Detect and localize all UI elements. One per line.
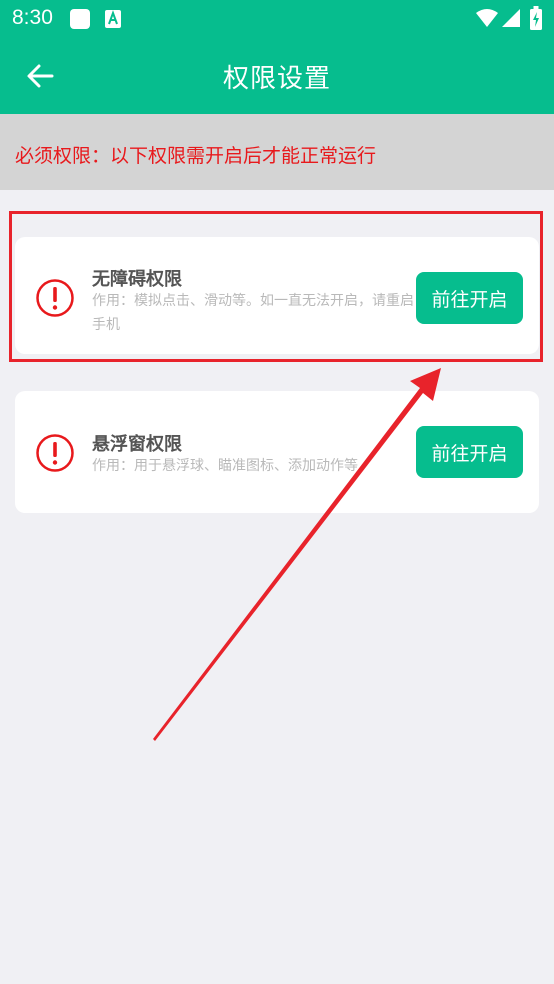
status-bar: 8:30 bbox=[0, 0, 554, 38]
open-floating-window-button[interactable]: 前往开启 bbox=[416, 426, 523, 478]
highlight-box bbox=[9, 211, 543, 362]
a-notification-icon bbox=[105, 10, 121, 28]
status-time: 8:30 bbox=[12, 6, 53, 29]
page-title: 权限设置 bbox=[222, 64, 331, 94]
required-permissions-notice: 必须权限：以下权限需开启后才能正常运行 bbox=[0, 114, 554, 190]
app-bar: 权限设置 bbox=[0, 38, 554, 114]
permission-title: 悬浮窗权限 bbox=[92, 434, 182, 455]
floating-window-permission-card: 悬浮窗权限 作用：用于悬浮球、瞄准图标、添加动作等 前往开启 bbox=[15, 391, 539, 513]
battery-charging-icon bbox=[530, 6, 542, 30]
square-notification-icon bbox=[70, 9, 90, 29]
notice-text: 必须权限：以下权限需开启后才能正常运行 bbox=[15, 145, 377, 167]
permission-description: 作用：用于悬浮球、瞄准图标、添加动作等 bbox=[92, 458, 358, 474]
wifi-icon bbox=[476, 9, 498, 27]
exclamation-circle-icon bbox=[36, 434, 74, 472]
signal-icon bbox=[502, 9, 520, 27]
